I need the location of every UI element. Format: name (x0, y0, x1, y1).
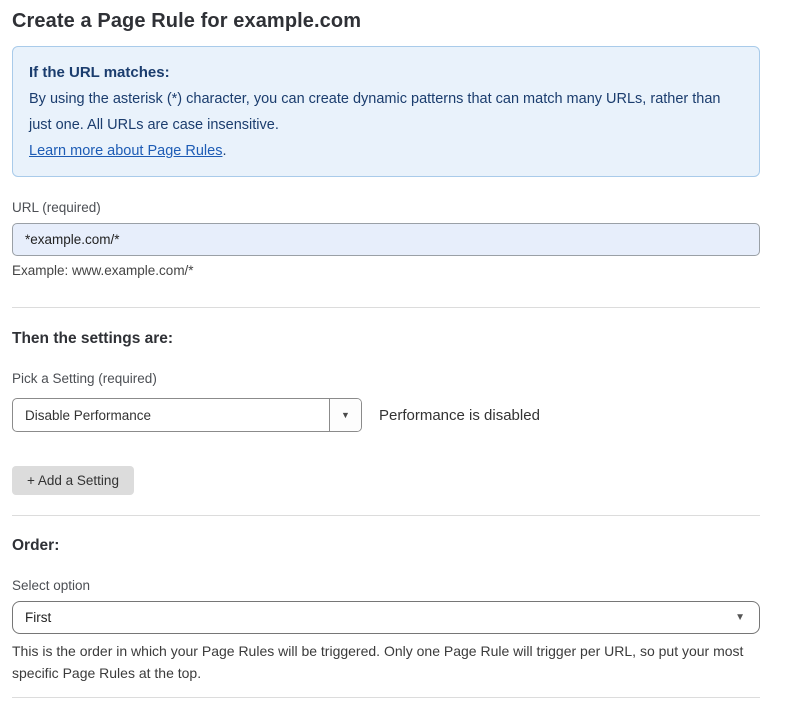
page-content: Create a Page Rule for example.com If th… (12, 10, 760, 714)
url-match-info-box: If the URL matches: By using the asteris… (12, 46, 760, 177)
setting-row: Disable Performance ▼ Performance is dis… (12, 398, 760, 432)
pick-setting-label: Pick a Setting (required) (12, 371, 760, 386)
setting-dropdown[interactable]: Disable Performance ▼ (12, 398, 362, 432)
order-section-heading: Order: (12, 537, 760, 555)
add-setting-button[interactable]: + Add a Setting (12, 466, 134, 495)
setting-status-text: Performance is disabled (379, 407, 540, 424)
divider (12, 515, 760, 516)
order-select[interactable]: First ▼ (12, 601, 760, 634)
url-input[interactable] (12, 223, 760, 256)
divider (12, 697, 760, 698)
link-suffix: . (222, 143, 226, 159)
chevron-down-icon: ▼ (735, 612, 745, 623)
create-page-rule-page: Create a Page Rule for example.com If th… (0, 0, 790, 714)
url-field-label: URL (required) (12, 200, 760, 215)
learn-more-link[interactable]: Learn more about Page Rules (29, 143, 222, 159)
url-example-helper: Example: www.example.com/* (12, 263, 760, 278)
info-box-heading: If the URL matches: (29, 60, 743, 86)
info-box-body: By using the asterisk (*) character, you… (29, 86, 743, 138)
setting-dropdown-value: Disable Performance (13, 399, 329, 431)
order-helper-text: This is the order in which your Page Rul… (12, 640, 752, 684)
page-title: Create a Page Rule for example.com (12, 10, 760, 33)
divider (12, 307, 760, 308)
info-box-link-line: Learn more about Page Rules. (29, 138, 743, 164)
order-select-value: First (25, 610, 51, 625)
chevron-down-icon: ▼ (341, 410, 350, 420)
setting-dropdown-arrow-button[interactable]: ▼ (329, 399, 361, 431)
order-select-label: Select option (12, 578, 760, 593)
settings-section-heading: Then the settings are: (12, 330, 760, 348)
